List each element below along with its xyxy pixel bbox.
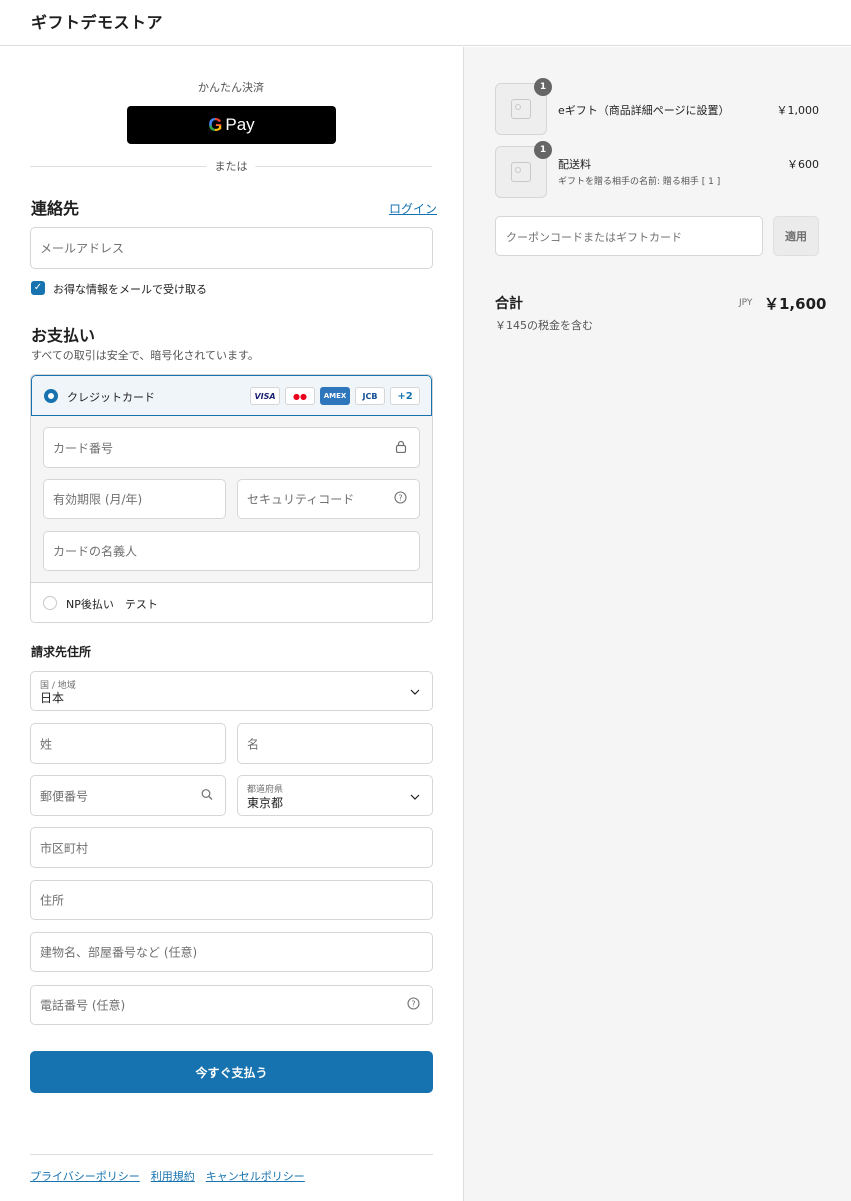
security-code-field[interactable]: セキュリティコード ? bbox=[237, 479, 420, 519]
more-cards-badge[interactable]: +2 bbox=[390, 387, 420, 405]
express-checkout-label: かんたん決済 bbox=[198, 81, 264, 94]
contact-heading: 連絡先 bbox=[31, 199, 80, 218]
first-name-placeholder: 名 bbox=[247, 737, 260, 751]
svg-text:?: ? bbox=[398, 493, 402, 502]
total-label: 合計 bbox=[495, 296, 523, 312]
payment-subtitle: すべての取引は安全で、暗号化されています。 bbox=[31, 349, 259, 362]
building-field[interactable]: 建物名、部屋番号など (任意) bbox=[30, 932, 433, 972]
name-on-card-placeholder: カードの名義人 bbox=[53, 544, 138, 559]
store-title[interactable]: ギフトデモストア bbox=[31, 9, 163, 33]
last-name-placeholder: 姓 bbox=[40, 737, 53, 751]
first-name-field[interactable]: 名 bbox=[237, 723, 433, 764]
total-amount: ￥1,600 bbox=[764, 295, 827, 313]
prefecture-select[interactable]: 都道府県 東京都 bbox=[237, 775, 433, 816]
address-field[interactable]: 住所 bbox=[30, 880, 433, 920]
google-pay-label: Pay bbox=[225, 115, 255, 134]
expiry-placeholder: 有効期限 (月/年) bbox=[53, 492, 143, 507]
order-summary: 1 eギフト（商品詳細ページに設置） ￥1,000 1 配送料 ギフトを贈る相手… bbox=[463, 47, 851, 1201]
image-placeholder-icon bbox=[511, 162, 531, 182]
card-number-field[interactable]: カード番号 bbox=[43, 427, 420, 468]
last-name-field[interactable]: 姓 bbox=[30, 723, 226, 764]
address-placeholder: 住所 bbox=[40, 893, 65, 908]
card-number-placeholder: カード番号 bbox=[53, 441, 114, 455]
postal-code-placeholder: 郵便番号 bbox=[40, 789, 89, 803]
or-text: または bbox=[206, 158, 256, 174]
apply-coupon-button[interactable]: 適用 bbox=[773, 216, 819, 256]
google-pay-button[interactable]: G Pay bbox=[127, 106, 336, 144]
checkout-form: かんたん決済 G Pay または 連絡先 ログイン メールアドレス ✓ お得な情… bbox=[0, 47, 463, 1201]
currency-code: JPY bbox=[739, 298, 753, 308]
login-link[interactable]: ログイン bbox=[389, 200, 437, 217]
header: ギフトデモストア bbox=[0, 0, 851, 46]
item-price: ￥600 bbox=[787, 158, 819, 171]
search-icon[interactable] bbox=[201, 788, 213, 803]
mastercard-icon: ●● bbox=[285, 387, 315, 405]
email-field[interactable]: メールアドレス bbox=[30, 227, 433, 269]
email-placeholder: メールアドレス bbox=[40, 241, 125, 256]
phone-placeholder: 電話番号 (任意) bbox=[40, 998, 126, 1013]
item-price: ￥1,000 bbox=[776, 104, 820, 117]
chevron-down-icon bbox=[410, 684, 420, 698]
quantity-badge: 1 bbox=[534, 78, 552, 96]
google-g-icon: G bbox=[208, 114, 223, 135]
credit-card-label: クレジットカード bbox=[67, 391, 155, 404]
visa-icon: VISA bbox=[250, 387, 280, 405]
country-value: 日本 bbox=[40, 691, 65, 705]
chevron-down-icon bbox=[410, 789, 420, 803]
building-placeholder: 建物名、部屋番号など (任意) bbox=[40, 945, 198, 960]
payment-option-credit-card[interactable]: クレジットカード VISA ●● AMEX JCB +2 bbox=[31, 375, 432, 416]
pay-now-button[interactable]: 今すぐ支払う bbox=[30, 1051, 433, 1093]
help-icon[interactable]: ? bbox=[394, 491, 407, 507]
item-thumbnail: 1 bbox=[495, 78, 552, 135]
coupon-placeholder: クーポンコードまたはギフトカード bbox=[506, 231, 682, 244]
coupon-input[interactable]: クーポンコードまたはギフトカード bbox=[495, 216, 763, 256]
or-divider: または bbox=[30, 158, 432, 174]
city-placeholder: 市区町村 bbox=[40, 841, 89, 855]
payment-methods: クレジットカード VISA ●● AMEX JCB +2 カード番号 有効期限 … bbox=[30, 374, 433, 623]
terms-link[interactable]: 利用規約 bbox=[151, 1168, 195, 1184]
item-name: eギフト（商品詳細ページに設置） bbox=[558, 104, 730, 117]
footer-links: プライバシーポリシー 利用規約 キャンセルポリシー bbox=[30, 1168, 305, 1184]
np-radio[interactable] bbox=[43, 596, 57, 610]
prefecture-value: 東京都 bbox=[247, 796, 284, 810]
payment-option-np[interactable]: NP後払い テスト bbox=[31, 583, 432, 622]
help-icon[interactable]: ? bbox=[407, 997, 420, 1013]
marketing-checkbox-label: お得な情報をメールで受け取る bbox=[53, 283, 207, 296]
card-brands: VISA ●● AMEX JCB +2 bbox=[250, 387, 420, 405]
cancel-policy-link[interactable]: キャンセルポリシー bbox=[206, 1168, 305, 1184]
security-code-placeholder: セキュリティコード bbox=[247, 492, 355, 507]
amex-icon: AMEX bbox=[320, 387, 350, 405]
billing-heading: 請求先住所 bbox=[31, 645, 92, 659]
image-placeholder-icon bbox=[511, 99, 531, 119]
postal-code-field[interactable]: 郵便番号 bbox=[30, 775, 226, 816]
country-select[interactable]: 国 / 地域 日本 bbox=[30, 671, 433, 711]
expiry-field[interactable]: 有効期限 (月/年) bbox=[43, 479, 226, 519]
credit-card-radio[interactable] bbox=[44, 389, 58, 403]
credit-card-fields: カード番号 有効期限 (月/年) セキュリティコード ? カードの名義人 bbox=[31, 416, 432, 583]
item-thumbnail: 1 bbox=[495, 141, 552, 198]
payment-heading: お支払い bbox=[31, 326, 96, 345]
np-label: NP後払い テスト bbox=[66, 598, 158, 611]
footer-divider bbox=[30, 1154, 433, 1155]
lock-icon bbox=[395, 440, 407, 456]
quantity-badge: 1 bbox=[534, 141, 552, 159]
name-on-card-field[interactable]: カードの名義人 bbox=[43, 531, 420, 571]
item-detail: ギフトを贈る相手の名前: 贈る相手 [ 1 ] bbox=[558, 177, 721, 187]
svg-text:?: ? bbox=[411, 999, 415, 1008]
city-field[interactable]: 市区町村 bbox=[30, 827, 433, 868]
privacy-policy-link[interactable]: プライバシーポリシー bbox=[30, 1168, 140, 1184]
marketing-checkbox[interactable]: ✓ bbox=[31, 281, 45, 295]
phone-field[interactable]: 電話番号 (任意) ? bbox=[30, 985, 433, 1025]
item-name: 配送料 bbox=[558, 158, 591, 171]
jcb-icon: JCB bbox=[355, 387, 385, 405]
tax-note: ￥145の税金を含む bbox=[495, 319, 593, 332]
